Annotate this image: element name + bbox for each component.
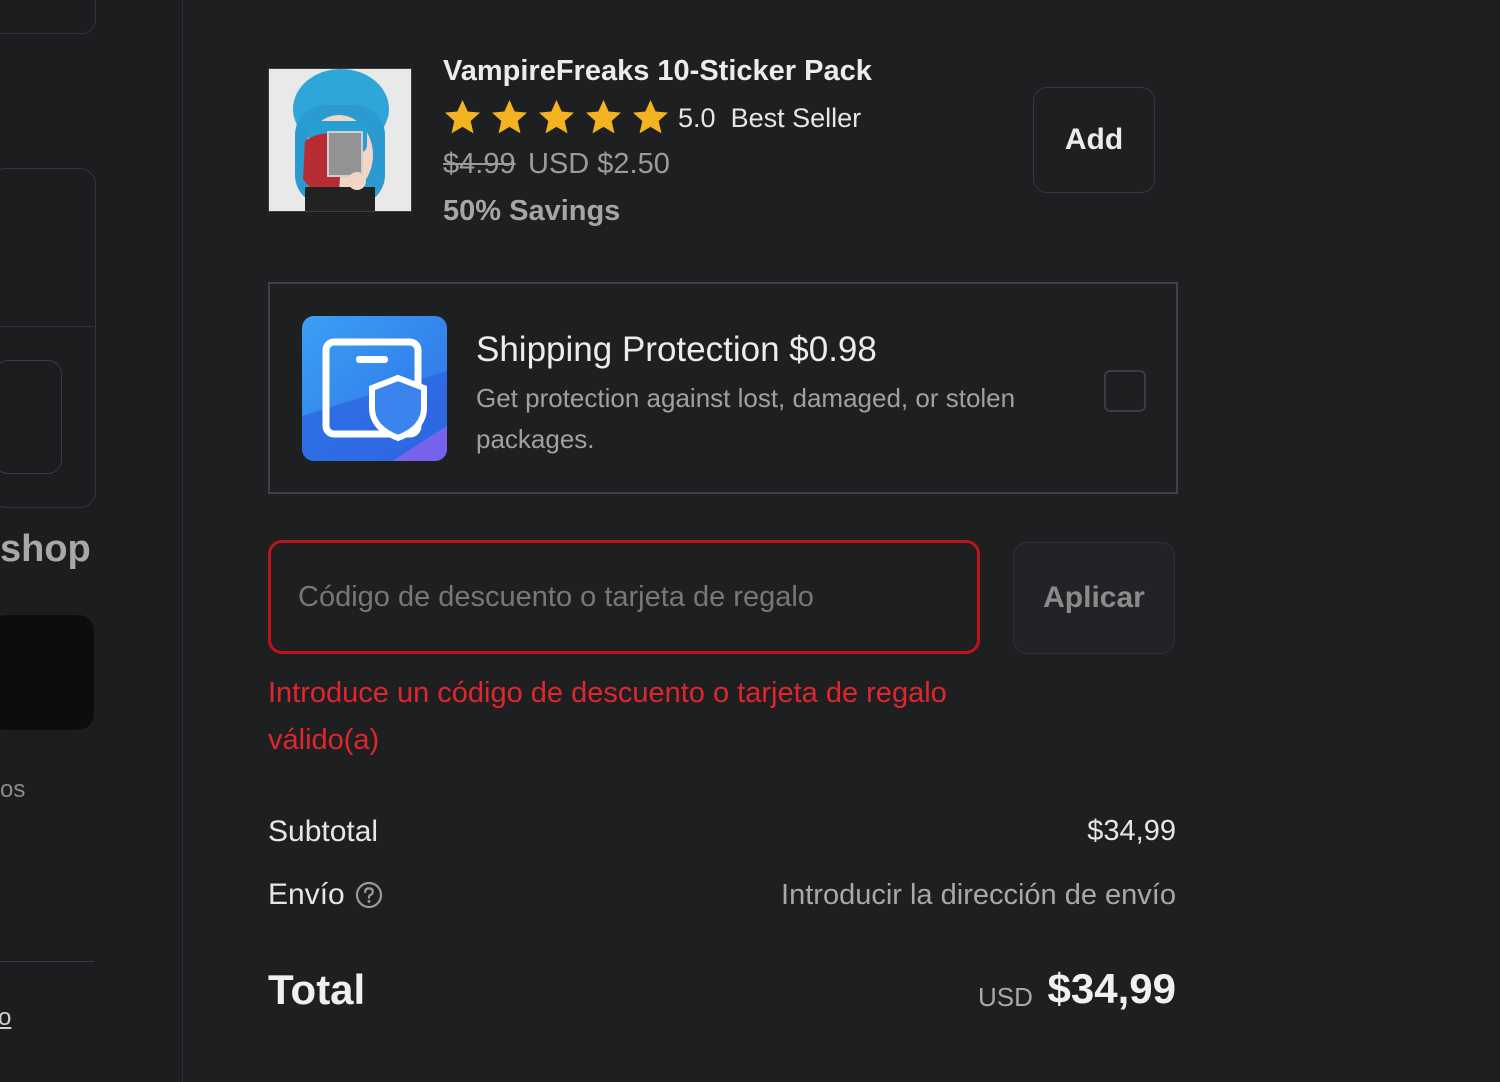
- star-icon: [539, 100, 574, 134]
- total-value: $34,99: [1047, 965, 1176, 1012]
- subtotal-label: Subtotal: [268, 815, 379, 848]
- currency-code: USD: [978, 982, 1033, 1012]
- left-text: os: [0, 776, 26, 803]
- shop-pay-text: shop: [0, 528, 91, 570]
- star-icon: [633, 100, 668, 134]
- discount-error-message: Introduce un código de descuento o tarje…: [268, 677, 947, 756]
- protection-description: Get protection against lost, damaged, or…: [476, 383, 1016, 454]
- left-card-top: [0, 0, 96, 34]
- subtotal-value: $34,99: [1087, 815, 1176, 847]
- protection-title: Shipping Protection $0.98: [476, 330, 877, 369]
- help-circle-icon[interactable]: [355, 881, 383, 909]
- protection-checkbox[interactable]: [1104, 370, 1146, 412]
- savings-label: 50% Savings: [443, 195, 621, 227]
- express-checkout-button[interactable]: [0, 615, 94, 730]
- shipping-label: Envío: [268, 878, 345, 911]
- apply-discount-button[interactable]: Aplicar: [1013, 542, 1175, 654]
- shipping-protection-shield-icon: [302, 316, 447, 461]
- left-inner-button[interactable]: [0, 360, 62, 474]
- product-title: VampireFreaks 10-Sticker Pack: [443, 55, 872, 87]
- original-price: $4.99: [443, 148, 516, 180]
- star-icon: [445, 100, 480, 134]
- rating-value: 5.0: [678, 103, 716, 133]
- best-seller-badge: Best Seller: [730, 103, 862, 133]
- left-link[interactable]: o: [0, 1004, 11, 1032]
- shipping-value: Introducir la dirección de envío: [781, 879, 1176, 911]
- shipping-protection-card[interactable]: Shipping Protection $0.98 Get protection…: [268, 282, 1178, 494]
- discount-code-input[interactable]: [268, 540, 980, 654]
- total-label: Total: [268, 966, 366, 1013]
- rating-text: 5.0 Best Seller: [678, 103, 861, 134]
- star-icon: [586, 100, 621, 134]
- star-rating: [442, 97, 671, 137]
- left-divider: [0, 326, 94, 327]
- upsell-product: VampireFreaks 10-Sticker Pack 5.0 Best S…: [268, 55, 1176, 235]
- add-button[interactable]: Add: [1033, 87, 1155, 193]
- left-pane: shop os o: [0, 0, 183, 1082]
- sale-price: USD $2.50: [528, 148, 670, 180]
- left-hr: [0, 961, 94, 962]
- star-icon: [492, 100, 527, 134]
- product-thumbnail: [268, 68, 412, 212]
